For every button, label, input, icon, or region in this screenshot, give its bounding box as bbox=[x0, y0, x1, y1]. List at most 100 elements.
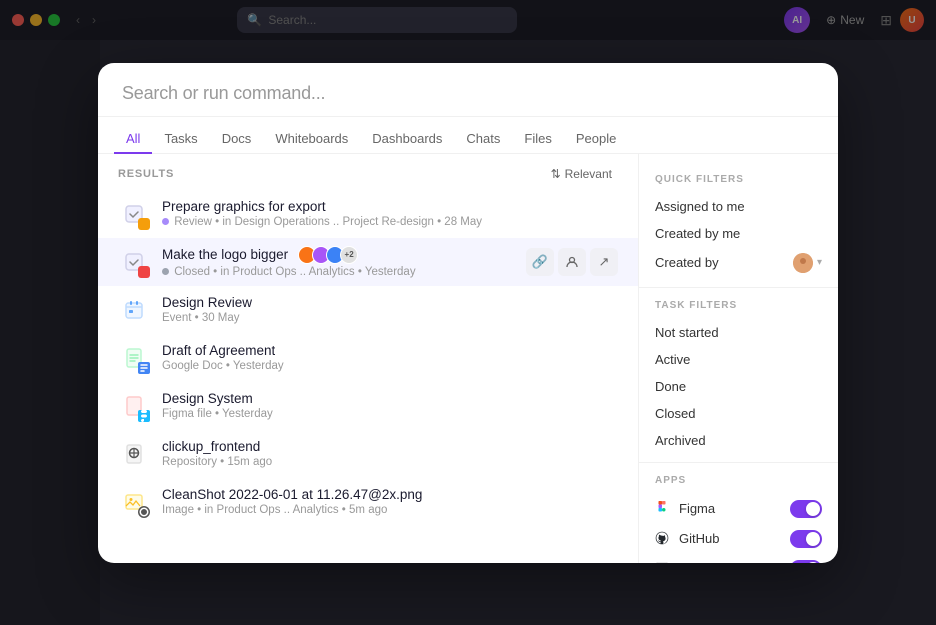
filter-label: Created by me bbox=[655, 226, 822, 241]
result-title: Design System bbox=[162, 391, 253, 406]
filter-github[interactable]: GitHub bbox=[639, 524, 838, 554]
results-label: RESULTS bbox=[118, 168, 174, 180]
result-meta: Figma file • Yesterday bbox=[162, 408, 618, 420]
tab-people[interactable]: People bbox=[564, 125, 628, 154]
result-meta: Closed • in Product Ops .. Analytics • Y… bbox=[162, 266, 514, 278]
result-item[interactable]: Design System Figma file • Yesterday bbox=[98, 382, 638, 430]
filter-active[interactable]: Active bbox=[639, 346, 838, 373]
filter-right: ▾ bbox=[793, 253, 822, 273]
quick-filters-title: QUICK FILTERS bbox=[639, 170, 838, 193]
result-title: clickup_frontend bbox=[162, 439, 260, 454]
result-meta: Google Doc • Yesterday bbox=[162, 360, 618, 372]
result-content: Draft of Agreement Google Doc • Yesterda… bbox=[162, 343, 618, 372]
result-meta: Repository • 15m ago bbox=[162, 456, 618, 468]
divider bbox=[639, 462, 838, 463]
filter-done[interactable]: Done bbox=[639, 373, 838, 400]
image-icon bbox=[118, 486, 150, 518]
filter-avatar bbox=[793, 253, 813, 273]
filter-label: Google Calendar bbox=[679, 561, 782, 563]
filter-created-by[interactable]: Created by ▾ bbox=[639, 247, 838, 279]
filter-label: Not started bbox=[655, 325, 822, 340]
result-title: Prepare graphics for export bbox=[162, 199, 326, 214]
status-dot bbox=[162, 268, 169, 275]
search-input-area[interactable]: Search or run command... bbox=[98, 63, 838, 117]
divider bbox=[639, 287, 838, 288]
assign-action-button[interactable] bbox=[558, 248, 586, 276]
result-item[interactable]: Design Review Event • 30 May bbox=[98, 286, 638, 334]
image-badge bbox=[138, 506, 150, 518]
tab-dashboards[interactable]: Dashboards bbox=[360, 125, 454, 154]
filter-label: Done bbox=[655, 379, 822, 394]
gdoc-badge bbox=[138, 362, 150, 374]
result-title: CleanShot 2022-06-01 at 11.26.47@2x.png bbox=[162, 487, 422, 502]
result-actions: 🔗 ↗ bbox=[526, 248, 618, 276]
filter-label: Assigned to me bbox=[655, 199, 822, 214]
tab-all[interactable]: All bbox=[114, 125, 152, 154]
result-content: CleanShot 2022-06-01 at 11.26.47@2x.png … bbox=[162, 487, 618, 516]
sort-label: Relevant bbox=[565, 167, 612, 181]
github-toggle[interactable] bbox=[790, 530, 822, 548]
event-icon bbox=[118, 294, 150, 326]
sort-icon: ⇅ bbox=[551, 167, 561, 181]
result-meta: Event • 30 May bbox=[162, 312, 618, 324]
github-icon bbox=[655, 531, 671, 547]
toggle-thumb bbox=[806, 532, 820, 546]
result-content: Prepare graphics for export Review • in … bbox=[162, 199, 618, 228]
result-content: Make the logo bigger +2 Closed • in Prod… bbox=[162, 246, 514, 278]
chevron-down-icon: ▾ bbox=[817, 257, 822, 268]
gcal-icon: 31 bbox=[655, 561, 671, 563]
repo-icon bbox=[118, 438, 150, 470]
modal-body: RESULTS ⇅ Relevant bbox=[98, 154, 838, 563]
filter-assigned-to-me[interactable]: Assigned to me bbox=[639, 193, 838, 220]
result-item[interactable]: Draft of Agreement Google Doc • Yesterda… bbox=[98, 334, 638, 382]
filter-created-by-me[interactable]: Created by me bbox=[639, 220, 838, 247]
task-filters-title: TASK FILTERS bbox=[639, 296, 838, 319]
tab-files[interactable]: Files bbox=[512, 125, 563, 154]
result-meta: Review • in Design Operations .. Project… bbox=[162, 216, 618, 228]
filter-not-started[interactable]: Not started bbox=[639, 319, 838, 346]
figma-file-icon bbox=[118, 390, 150, 422]
result-meta: Image • in Product Ops .. Analytics • 5m… bbox=[162, 504, 618, 516]
tab-tasks[interactable]: Tasks bbox=[152, 125, 209, 154]
tab-docs[interactable]: Docs bbox=[210, 125, 264, 154]
filter-label: Active bbox=[655, 352, 822, 367]
sort-button[interactable]: ⇅ Relevant bbox=[545, 164, 618, 184]
result-item[interactable]: Make the logo bigger +2 Closed • in Prod… bbox=[98, 238, 638, 286]
toggle-thumb bbox=[806, 502, 820, 516]
result-content: Design Review Event • 30 May bbox=[162, 295, 618, 324]
search-input[interactable]: Search or run command... bbox=[122, 83, 814, 104]
filter-label: Archived bbox=[655, 433, 822, 448]
priority-badge bbox=[138, 218, 150, 230]
filter-figma[interactable]: Figma bbox=[639, 494, 838, 524]
figma-toggle[interactable] bbox=[790, 500, 822, 518]
result-title: Draft of Agreement bbox=[162, 343, 275, 358]
status-dot bbox=[162, 218, 169, 225]
result-title: Design Review bbox=[162, 295, 252, 310]
open-action-button[interactable]: ↗ bbox=[590, 248, 618, 276]
toggle-thumb bbox=[806, 562, 820, 563]
filter-archived[interactable]: Archived bbox=[639, 427, 838, 454]
filter-closed[interactable]: Closed bbox=[639, 400, 838, 427]
link-action-button[interactable]: 🔗 bbox=[526, 248, 554, 276]
figma-badge bbox=[138, 410, 150, 422]
tab-chats[interactable]: Chats bbox=[454, 125, 512, 154]
filter-label: GitHub bbox=[679, 531, 782, 546]
filter-tabs: All Tasks Docs Whiteboards Dashboards Ch… bbox=[98, 117, 838, 154]
avatar-count: +2 bbox=[340, 246, 358, 264]
figma-icon bbox=[655, 501, 671, 517]
result-title: Make the logo bigger bbox=[162, 247, 288, 262]
result-item[interactable]: Prepare graphics for export Review • in … bbox=[98, 190, 638, 238]
result-item[interactable]: clickup_frontend Repository • 15m ago bbox=[98, 430, 638, 478]
tab-whiteboards[interactable]: Whiteboards bbox=[263, 125, 360, 154]
filter-gcal[interactable]: 31 Google Calendar bbox=[639, 554, 838, 563]
results-header: RESULTS ⇅ Relevant bbox=[98, 154, 638, 190]
task-icon bbox=[118, 198, 150, 230]
filters-panel: QUICK FILTERS Assigned to me Created by … bbox=[638, 154, 838, 563]
result-content: clickup_frontend Repository • 15m ago bbox=[162, 439, 618, 468]
filter-label: Figma bbox=[679, 501, 782, 516]
gcal-toggle[interactable] bbox=[790, 560, 822, 563]
search-modal: Search or run command... All Tasks Docs … bbox=[98, 63, 838, 563]
filter-label: Created by bbox=[655, 255, 785, 270]
doc-icon bbox=[118, 342, 150, 374]
result-item[interactable]: CleanShot 2022-06-01 at 11.26.47@2x.png … bbox=[98, 478, 638, 526]
